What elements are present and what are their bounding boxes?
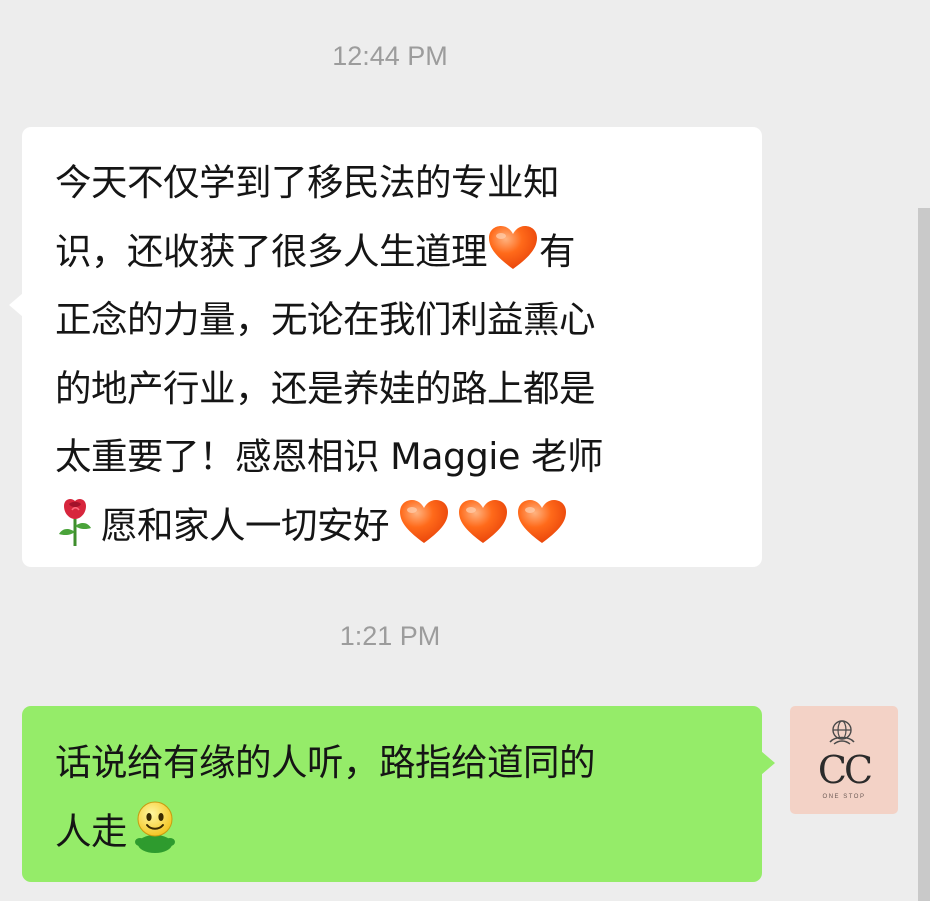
message-line: 识，还收获了很多人生道理 有 — [55, 218, 736, 287]
orange-heart-icon — [517, 499, 567, 545]
incoming-message-bubble[interactable]: 今天不仅学到了移民法的专业知 识，还收获了很多人生道理 有 正念的力量，无论在我们… — [9, 127, 762, 567]
message-text: 有 — [539, 229, 576, 273]
message-line: 的地产行业，还是养娃的路上都是 — [55, 366, 596, 410]
message-text: 识，还收获了很多人生道理 — [55, 229, 488, 273]
timestamp: 12:44 PM — [332, 41, 448, 71]
message-line: 今天不仅学到了移民法的专业知 — [55, 161, 560, 204]
orange-heart-icon — [488, 225, 538, 271]
outgoing-message-bubble[interactable]: 话说给有缘的人听，路指给道同的 人走 — [22, 706, 775, 882]
message-line: 愿和家人一切安好 — [55, 492, 736, 561]
scrollbar[interactable] — [918, 208, 930, 901]
message-line: 正念的力量，无论在我们利益熏心 — [55, 298, 596, 341]
smiley-figure-icon — [135, 801, 175, 853]
message-text: 愿和家人一切安好 — [101, 503, 390, 547]
orange-heart-icon — [399, 499, 449, 545]
avatar-initials: CC — [817, 748, 873, 792]
rose-icon — [59, 498, 91, 546]
avatar-subtext: ONE STOP — [822, 794, 866, 800]
message-line: 话说给有缘的人听，路指给道同的 — [55, 741, 596, 784]
chat-screen: 12:44 PM 今天不仅学到了移民法的专业知 识，还收获了很多人生道理 有 正念… — [0, 0, 930, 901]
avatar[interactable]: CC ONE STOP — [790, 706, 898, 814]
message-text: 人走 — [55, 809, 128, 853]
timestamp: 1:21 PM — [339, 621, 441, 651]
message-line: 太重要了！感恩相识 Maggie 老师 — [55, 435, 604, 478]
orange-heart-icon — [458, 499, 508, 545]
message-line: 人走 — [55, 798, 736, 867]
